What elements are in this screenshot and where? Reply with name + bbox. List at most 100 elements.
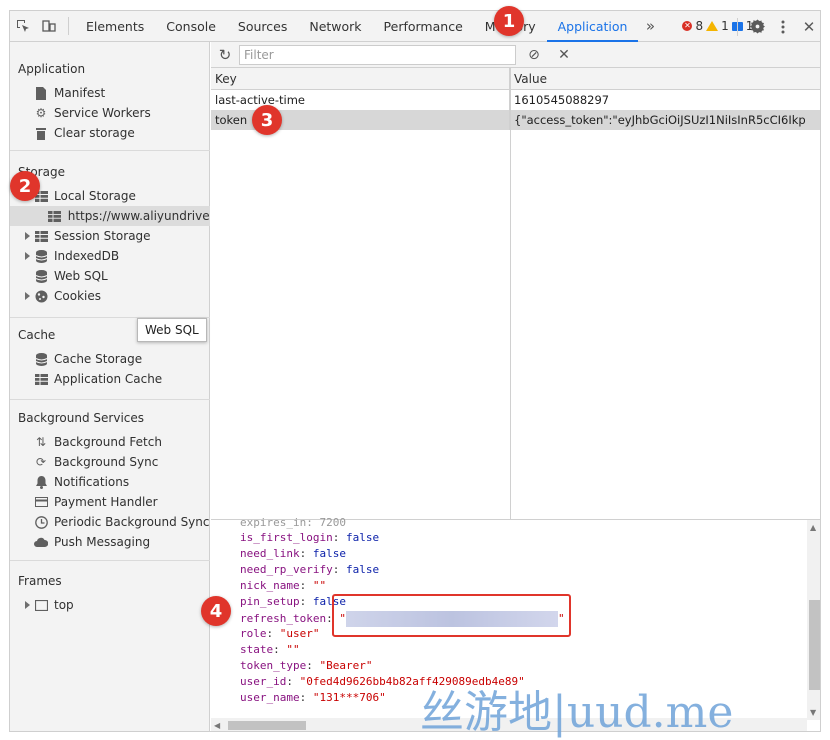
scrollbar-thumb[interactable] bbox=[809, 600, 820, 690]
settings-gear-icon[interactable] bbox=[744, 11, 770, 42]
database-icon bbox=[34, 352, 48, 366]
column-header-value[interactable]: Value bbox=[510, 68, 820, 89]
table-row[interactable]: last-active-time 1610545088297 bbox=[211, 90, 820, 110]
sidebar-item-periodic-background-sync[interactable]: Periodic Background Sync bbox=[34, 512, 210, 532]
sidebar-item-cookies[interactable]: Cookies bbox=[34, 286, 101, 306]
tab-network[interactable]: Network bbox=[298, 11, 372, 42]
more-tabs-icon[interactable]: » bbox=[638, 17, 662, 35]
sidebar-item-push-messaging[interactable]: Push Messaging bbox=[34, 532, 150, 552]
cloud-icon bbox=[34, 535, 48, 549]
section-title-frames: Frames bbox=[18, 574, 62, 588]
credit-card-icon bbox=[34, 495, 48, 509]
sidebar-item-indexeddb[interactable]: IndexedDB bbox=[34, 246, 119, 266]
sidebar-item-notifications[interactable]: Notifications bbox=[34, 472, 129, 492]
preview-line: token_type: "Bearer" bbox=[240, 659, 373, 672]
database-icon bbox=[34, 249, 48, 263]
row-value: {"access_token":"eyJhbGciOiJSUzI1NiIsInR… bbox=[514, 113, 805, 127]
device-toolbar-icon[interactable] bbox=[36, 11, 62, 42]
highlight-box bbox=[332, 594, 571, 637]
toolbar-divider bbox=[737, 17, 738, 36]
expand-arrow-icon[interactable] bbox=[25, 232, 30, 240]
database-icon bbox=[34, 269, 48, 283]
preview-line: expires_in: 7200 bbox=[240, 516, 346, 529]
section-divider bbox=[10, 150, 210, 151]
preview-line: pin_setup: false bbox=[240, 595, 346, 608]
clock-icon bbox=[34, 515, 48, 529]
warning-icon bbox=[706, 21, 719, 31]
section-title-cache: Cache bbox=[18, 328, 56, 342]
section-divider bbox=[10, 399, 210, 400]
cookie-icon bbox=[34, 289, 48, 303]
sync-icon: ⟳ bbox=[35, 455, 47, 469]
sidebar-item-payment-handler[interactable]: Payment Handler bbox=[34, 492, 158, 512]
section-title-background-services: Background Services bbox=[18, 411, 145, 425]
preview-line: role: "user" bbox=[240, 627, 320, 640]
row-key: last-active-time bbox=[211, 90, 510, 110]
sidebar-item-clear-storage[interactable]: Clear storage bbox=[34, 123, 135, 143]
gear-icon: ⚙ bbox=[35, 106, 47, 120]
error-icon: ✕ bbox=[682, 21, 693, 31]
expand-arrow-icon[interactable] bbox=[25, 252, 30, 260]
delete-selected-icon[interactable]: ✕ bbox=[552, 47, 576, 63]
scrollbar-thumb[interactable] bbox=[228, 721, 306, 730]
sidebar-item-service-workers[interactable]: ⚙ Service Workers bbox=[34, 103, 151, 123]
annotation-marker-4: 4 bbox=[201, 596, 231, 626]
column-header-key[interactable]: Key bbox=[211, 68, 510, 89]
preview-line: need_link: false bbox=[240, 547, 346, 560]
tab-sources[interactable]: Sources bbox=[227, 11, 298, 42]
sidebar-item-background-sync[interactable]: ⟳ Background Sync bbox=[34, 452, 158, 472]
clear-all-icon[interactable]: ⊘ bbox=[522, 47, 546, 63]
expand-arrow-icon[interactable] bbox=[25, 601, 30, 609]
sidebar-item-background-fetch[interactable]: ⇅ Background Fetch bbox=[34, 432, 162, 452]
tab-performance[interactable]: Performance bbox=[373, 11, 474, 42]
sidebar-item-local-storage[interactable]: Local Storage bbox=[34, 186, 136, 206]
toolbar-divider bbox=[68, 17, 69, 35]
sidebar-item-session-storage[interactable]: Session Storage bbox=[34, 226, 151, 246]
refresh-icon[interactable]: ↻ bbox=[211, 46, 239, 64]
annotation-marker-3: 3 bbox=[252, 105, 282, 135]
section-title-application: Application bbox=[18, 62, 86, 76]
preview-line: need_rp_verify: false bbox=[240, 563, 380, 576]
devtools-toolbar: Elements Console Sources Network Perform… bbox=[10, 11, 820, 42]
inspect-element-icon[interactable] bbox=[10, 11, 36, 42]
warning-count: 1 bbox=[721, 19, 729, 33]
tab-console[interactable]: Console bbox=[155, 11, 227, 42]
storage-toolbar: ↻ Filter ⊘ ✕ bbox=[211, 42, 820, 68]
scroll-up-icon[interactable]: ▲ bbox=[810, 523, 816, 532]
sidebar-item-cache-storage[interactable]: Cache Storage bbox=[34, 349, 142, 369]
annotation-marker-1: 1 bbox=[494, 6, 524, 36]
error-count: 8 bbox=[695, 19, 704, 33]
watermark: 丝游地|uud.me bbox=[420, 687, 734, 738]
table-row-selected[interactable]: token {"access_token":"eyJhbGciOiJSUzI1N… bbox=[211, 110, 820, 130]
application-sidebar: Application Manifest ⚙ Service Workers C… bbox=[10, 42, 210, 731]
vertical-scrollbar[interactable]: ▲ ▼ bbox=[807, 520, 820, 720]
tab-application[interactable]: Application bbox=[546, 11, 639, 42]
sidebar-item-local-storage-origin[interactable]: https://www.aliyundrive.com bbox=[10, 206, 210, 226]
grid-icon bbox=[48, 209, 62, 223]
column-divider bbox=[510, 68, 511, 520]
grid-icon bbox=[34, 229, 48, 243]
sidebar-item-manifest[interactable]: Manifest bbox=[34, 83, 105, 103]
filter-input[interactable]: Filter bbox=[239, 44, 516, 65]
preview-line: nick_name: "" bbox=[240, 579, 327, 592]
tooltip: Web SQL bbox=[137, 318, 207, 342]
grid-icon bbox=[34, 372, 48, 386]
trash-icon bbox=[34, 126, 48, 140]
expand-arrow-icon[interactable] bbox=[25, 292, 30, 300]
tab-elements[interactable]: Elements bbox=[75, 11, 155, 42]
close-devtools-icon[interactable]: ✕ bbox=[796, 11, 820, 42]
preview-line: state: "" bbox=[240, 643, 300, 656]
kebab-menu-icon[interactable] bbox=[770, 11, 796, 42]
section-divider bbox=[10, 560, 210, 561]
bell-icon bbox=[34, 475, 48, 489]
row-value: 1610545088297 bbox=[514, 93, 610, 107]
scroll-down-icon[interactable]: ▼ bbox=[810, 708, 816, 717]
sidebar-item-web-sql[interactable]: Web SQL bbox=[34, 266, 108, 286]
scroll-left-icon[interactable]: ◀ bbox=[214, 721, 220, 730]
sidebar-item-application-cache[interactable]: Application Cache bbox=[34, 369, 162, 389]
sidebar-item-frame-top[interactable]: top bbox=[34, 595, 74, 615]
document-icon bbox=[34, 86, 48, 100]
frame-window-icon bbox=[34, 598, 48, 612]
up-down-arrows-icon: ⇅ bbox=[35, 435, 47, 449]
table-header: Key Value bbox=[211, 68, 820, 90]
